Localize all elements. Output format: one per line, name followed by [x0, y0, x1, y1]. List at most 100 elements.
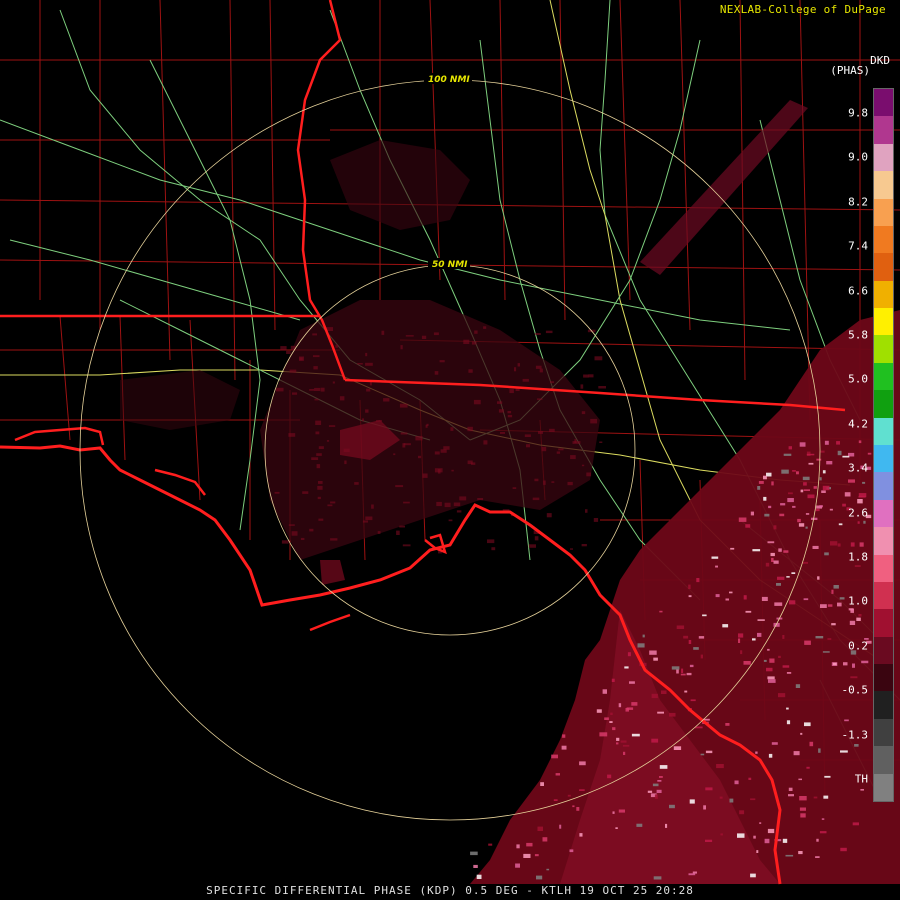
echo-pixel [702, 614, 707, 617]
echo-pixel [536, 875, 543, 880]
color-scale-bar [873, 88, 894, 802]
echo-pixel [567, 794, 571, 797]
echo-pixel [787, 498, 794, 503]
echo-pixel [844, 719, 849, 722]
echo-pixel [538, 431, 543, 434]
echo-pixel [403, 443, 411, 446]
echo-pixel [522, 378, 529, 382]
echo-pixel [857, 499, 863, 504]
echo-pixel [509, 389, 514, 394]
echo-pixel [743, 595, 747, 600]
echo-pixel [471, 341, 477, 345]
echo-pixel [803, 489, 810, 491]
echo-pixel [473, 399, 481, 405]
color-scale-swatch [874, 417, 893, 446]
color-scale-tick: TH [854, 772, 868, 786]
radar-map: 50 NMI 100 NMI [0, 0, 900, 900]
echo-pixel [288, 433, 296, 437]
echo-pixel [659, 610, 663, 613]
echo-pixel [676, 625, 685, 629]
echo-pixel [778, 693, 786, 698]
credit-header[interactable]: NEXLAB-College of DuPage [720, 3, 886, 16]
color-scale-swatch [874, 280, 893, 309]
echo-pixel [448, 519, 453, 522]
echo-pixel [532, 497, 540, 501]
echo-pixel [546, 513, 552, 518]
echo-pixel [593, 518, 599, 522]
echo-pixel [526, 444, 530, 448]
echo-pixel [767, 828, 775, 834]
echo-pixel [836, 441, 840, 445]
color-scale-swatch [874, 171, 893, 200]
echo-pixel [652, 783, 659, 787]
echo-pixel [524, 434, 531, 437]
echo-pixel [798, 523, 805, 527]
echo-pixel [599, 732, 608, 737]
echo-pixel [551, 754, 558, 759]
echo-pixel [555, 773, 560, 776]
color-scale-swatch [874, 609, 893, 638]
echo-pixel [421, 335, 427, 339]
echo-pixel [400, 432, 408, 435]
color-scale-swatch [874, 664, 893, 692]
echo-pixel [403, 501, 410, 504]
echo-pixel [720, 833, 723, 836]
echo-pixel [629, 681, 635, 684]
echo-pixel [467, 426, 473, 432]
echo-pixel [540, 782, 544, 786]
echo-pixel [288, 524, 295, 526]
echo-pixel [326, 440, 330, 442]
echo-pixel [752, 638, 756, 641]
echo-pixel [339, 396, 345, 401]
echo-pixel [773, 525, 777, 530]
echo-pixel [618, 703, 622, 708]
echo-pixel [477, 498, 484, 501]
echo-pixel [318, 481, 323, 484]
echo-pixel [642, 634, 645, 638]
echo-pixel [328, 425, 336, 427]
echo-pixel [507, 411, 512, 414]
echo-pixel [786, 672, 792, 674]
echo-pixel [761, 596, 768, 601]
echo-pixel [651, 738, 659, 743]
echo-pixel [815, 508, 820, 512]
echo-pixel [752, 549, 761, 552]
echo-pixel [362, 520, 368, 523]
echo-pixel [680, 673, 686, 676]
echo-pixel [800, 489, 804, 493]
echo-pixel [806, 766, 810, 769]
color-scale-tick: 1.0 [848, 594, 868, 608]
echo-pixel [725, 598, 729, 601]
echo-pixel [659, 765, 668, 769]
echo-pixel [580, 384, 584, 389]
echo-pixel [507, 414, 513, 418]
echo-pixel [559, 824, 562, 829]
echo-pixel [867, 452, 872, 455]
echo-pixel [654, 794, 658, 799]
echo-pixel [402, 544, 411, 547]
echo-pixel [330, 501, 336, 504]
color-scale-swatch [874, 143, 893, 172]
echo-pixel [620, 740, 627, 743]
echo-pixel [700, 654, 703, 659]
echo-pixel [791, 572, 796, 574]
echo-pixel [514, 367, 517, 372]
echo-pixel [439, 360, 445, 363]
echo-pixel [440, 449, 447, 453]
echo-pixel [383, 398, 390, 402]
echo-pixel [474, 330, 478, 334]
echo-pixel [788, 794, 794, 797]
echo-pixel [771, 742, 778, 745]
echo-pixel [778, 655, 781, 658]
echo-pixel [309, 389, 315, 391]
echo-pixel [837, 543, 841, 547]
echo-pixel [556, 451, 561, 454]
echo-pixel [610, 712, 613, 715]
echo-pixel [863, 520, 866, 524]
echo-pixel [399, 403, 408, 408]
echo-pixel [767, 676, 775, 680]
echo-pixel [729, 591, 733, 594]
echo-pixel [815, 856, 820, 858]
echo-pixel [487, 539, 495, 544]
color-scale-swatch [874, 472, 893, 501]
